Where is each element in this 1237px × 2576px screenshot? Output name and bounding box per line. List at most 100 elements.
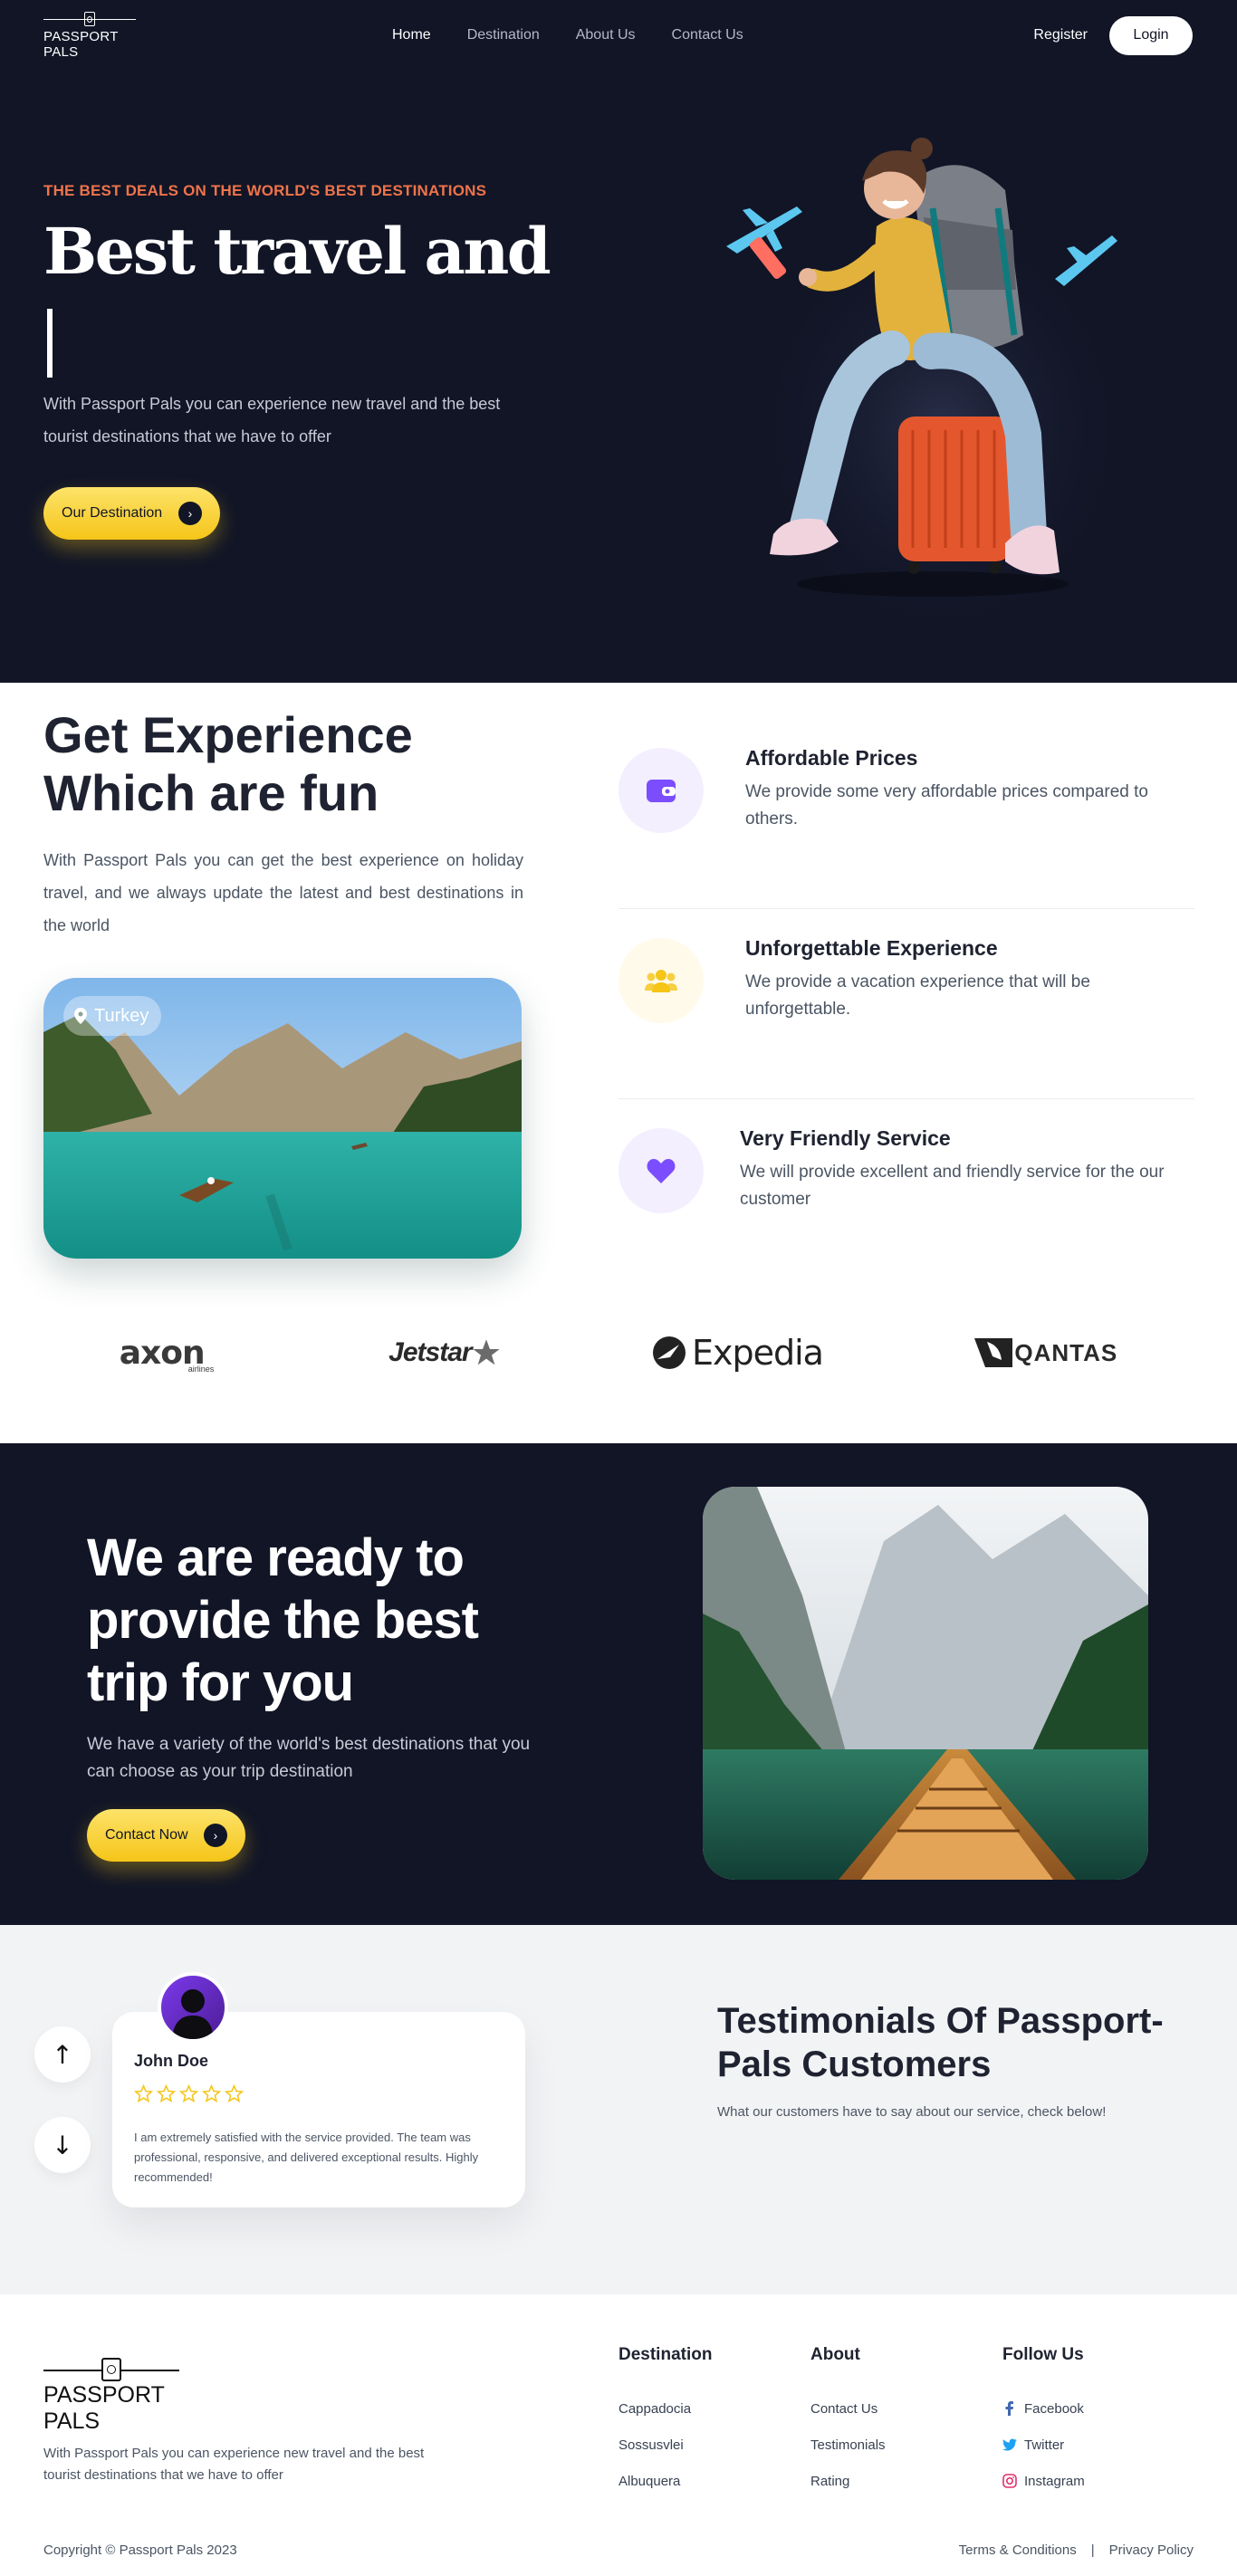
- previous-testimonial-button[interactable]: ↑: [34, 2026, 91, 2083]
- nav-link-home[interactable]: Home: [392, 27, 431, 43]
- next-testimonial-button[interactable]: ↓: [34, 2117, 91, 2173]
- brand-name: PASSPORT PALS: [43, 28, 119, 60]
- contact-now-button[interactable]: Contact Now ›: [87, 1809, 245, 1862]
- feature-unforgettable-experience: Unforgettable Experience We provide a va…: [618, 909, 1194, 1099]
- passport-icon: [84, 11, 95, 26]
- testimonial-card: John Doe I am extremely satisfied with t…: [112, 1972, 525, 2207]
- chevron-right-icon: ›: [204, 1824, 227, 1847]
- testimonials-section: ↑ ↓ John Doe I am extremely satisfied wi…: [0, 1925, 1237, 2294]
- heart-icon: [618, 1128, 704, 1213]
- hero-kicker: THE BEST DEALS ON THE WORLD'S BEST DESTI…: [43, 182, 487, 199]
- star-outline-icon: [134, 2084, 153, 2103]
- top-nav: PASSPORT PALS Home Destination About Us …: [0, 0, 1237, 71]
- traveler-illustration: [726, 138, 1123, 616]
- footer: PASSPORT PALS With Passport Pals you can…: [0, 2294, 1237, 2576]
- location-chip[interactable]: Turkey: [63, 996, 162, 1036]
- star-outline-icon: [225, 2084, 244, 2103]
- privacy-link[interactable]: Privacy Policy: [1109, 2542, 1194, 2558]
- login-button[interactable]: Login: [1109, 15, 1193, 55]
- footer-link-sossusvlei[interactable]: Sossusvlei: [618, 2427, 712, 2463]
- nav-auth: Register Login: [1033, 15, 1193, 55]
- typing-cursor: [47, 309, 53, 378]
- copyright-text: Copyright © Passport Pals 2023: [43, 2542, 237, 2558]
- feature-list: Affordable Prices We provide some very a…: [618, 719, 1194, 1289]
- nav-link-destination[interactable]: Destination: [467, 27, 540, 43]
- footer-link-instagram[interactable]: Instagram: [1002, 2463, 1085, 2499]
- lake-photo: Turkey: [43, 978, 522, 1259]
- footer-link-twitter[interactable]: Twitter: [1002, 2427, 1085, 2463]
- partner-logos: axon airlines Jetstar Expedia QANTAS: [43, 1317, 1194, 1389]
- feature-friendly-service: Very Friendly Service We will provide ex…: [618, 1099, 1194, 1289]
- ready-description: We have a variety of the world's best de…: [87, 1735, 531, 1781]
- testimonials-subtitle: What our customers have to say about our…: [717, 2104, 1107, 2120]
- experience-description: With Passport Pals you can get the best …: [43, 851, 523, 934]
- nav-link-contact-us[interactable]: Contact Us: [672, 27, 743, 43]
- feature-description: We provide some very affordable prices c…: [745, 782, 1148, 828]
- feature-title: Unforgettable Experience: [745, 936, 998, 960]
- ready-section: We are ready to provide the best trip fo…: [0, 1443, 1237, 1925]
- twitter-icon: [1002, 2438, 1017, 2451]
- person-silhouette-icon: [172, 1989, 214, 2039]
- passport-icon: [101, 2358, 121, 2381]
- footer-link-facebook[interactable]: Facebook: [1002, 2390, 1085, 2427]
- instagram-icon: [1002, 2474, 1017, 2488]
- expedia-globe-icon: [653, 1336, 686, 1369]
- nav-links: Home Destination About Us Contact Us: [392, 27, 743, 43]
- feature-description: We will provide excellent and friendly s…: [740, 1163, 1165, 1209]
- star-outline-icon: [202, 2084, 221, 2103]
- experience-section: Get Experience Which are fun With Passpo…: [0, 683, 1237, 1443]
- nav-link-about-us[interactable]: About Us: [576, 27, 636, 43]
- star-icon: [472, 1339, 500, 1365]
- legal-divider: |: [1090, 2542, 1095, 2558]
- register-link[interactable]: Register: [1033, 27, 1088, 43]
- footer-col-title: Destination: [618, 2345, 713, 2364]
- wallet-icon: [618, 748, 704, 833]
- footer-col-title: Follow Us: [1002, 2345, 1084, 2364]
- partner-logo-qantas: QANTAS: [974, 1338, 1117, 1367]
- partner-logo-expedia: Expedia: [652, 1333, 824, 1373]
- footer-col-destination: Destination Cappadocia Sossusvlei Albuqu…: [618, 2345, 712, 2499]
- group-icon: [618, 938, 704, 1023]
- avatar: [158, 1972, 228, 2043]
- star-outline-icon: [179, 2084, 198, 2103]
- boat-lake-photo: [703, 1487, 1148, 1880]
- terms-link[interactable]: Terms & Conditions: [959, 2542, 1077, 2558]
- review-text: I am extremely satisfied with the servic…: [134, 2131, 479, 2184]
- kangaroo-tail-icon: [974, 1338, 1013, 1367]
- brand-logo[interactable]: PASSPORT PALS: [43, 11, 136, 60]
- footer-link-rating[interactable]: Rating: [810, 2463, 886, 2499]
- our-destination-button[interactable]: Our Destination ›: [43, 487, 220, 540]
- chevron-right-icon: ›: [178, 502, 202, 525]
- footer-link-cappadocia[interactable]: Cappadocia: [618, 2390, 712, 2427]
- map-pin-icon: [74, 1008, 87, 1024]
- footer-col-follow-us: Follow Us Facebook Twitter Instagram: [1002, 2345, 1085, 2499]
- location-label: Turkey: [94, 1005, 149, 1026]
- footer-link-testimonials[interactable]: Testimonials: [810, 2427, 886, 2463]
- boat-lake-image: [703, 1487, 1148, 1880]
- star-outline-icon: [157, 2084, 176, 2103]
- feature-title: Affordable Prices: [745, 746, 918, 770]
- facebook-icon: [1005, 2401, 1013, 2416]
- feature-description: We provide a vacation experience that wi…: [745, 972, 1090, 1019]
- feature-title: Very Friendly Service: [740, 1126, 951, 1150]
- testimonials-title: Testimonials Of Passport-Pals Customers: [717, 2001, 1164, 2084]
- ready-title: We are ready to provide the best trip fo…: [87, 1528, 479, 1712]
- reviewer-name: John Doe: [134, 2052, 209, 2070]
- footer-col-title: About: [810, 2345, 860, 2364]
- hero-section: PASSPORT PALS Home Destination About Us …: [0, 0, 1237, 683]
- partner-logo-axon: axon airlines: [119, 1335, 215, 1374]
- experience-title: Get Experience Which are fun: [43, 706, 413, 821]
- footer-link-albuquera[interactable]: Albuquera: [618, 2463, 712, 2499]
- footer-brand-logo[interactable]: PASSPORT PALS: [43, 2358, 179, 2435]
- hero-description: With Passport Pals you can experience ne…: [43, 395, 501, 445]
- footer-col-about: About Contact Us Testimonials Rating: [810, 2345, 886, 2499]
- star-rating: [134, 2084, 244, 2103]
- footer-brand-name: PASSPORT PALS: [43, 2381, 165, 2434]
- feature-affordable-prices: Affordable Prices We provide some very a…: [618, 719, 1194, 909]
- footer-description: With Passport Pals you can experience ne…: [43, 2446, 425, 2483]
- legal-links: Terms & Conditions | Privacy Policy: [959, 2542, 1194, 2558]
- hero-title: Best travel and: [43, 214, 551, 289]
- contact-now-label: Contact Now: [105, 1827, 188, 1843]
- footer-link-contact-us[interactable]: Contact Us: [810, 2390, 886, 2427]
- partner-logo-jetstar: Jetstar: [388, 1337, 500, 1368]
